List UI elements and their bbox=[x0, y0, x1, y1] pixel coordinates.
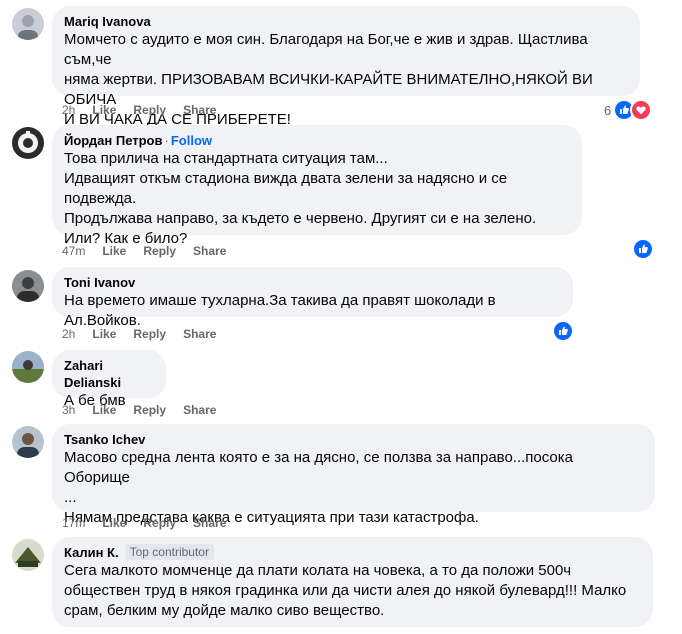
avatar[interactable] bbox=[12, 351, 44, 383]
comment-actions: 47m Like Reply Share bbox=[62, 243, 226, 259]
avatar[interactable] bbox=[12, 539, 44, 571]
comment-timestamp[interactable]: 17m bbox=[62, 515, 85, 531]
reply-button[interactable]: Reply bbox=[133, 402, 166, 418]
top-contributor-badge: Top contributor bbox=[124, 544, 214, 560]
comment-timestamp[interactable]: 47m bbox=[62, 243, 85, 259]
follow-button[interactable]: Follow bbox=[171, 133, 212, 148]
comment-actions: 3h Like Reply Share bbox=[62, 402, 216, 418]
reply-button[interactable]: Reply bbox=[133, 102, 166, 118]
share-button[interactable]: Share bbox=[193, 243, 226, 259]
comment-bubble: Tsanko Ichev Масово средна лента която е… bbox=[52, 424, 655, 526]
like-button[interactable]: Like bbox=[102, 243, 126, 259]
comment-author[interactable]: Tsanko Ichev bbox=[64, 431, 643, 448]
comment-bubble: Йордан Петров · Follow Това прилича на ста… bbox=[52, 125, 582, 247]
comment-actions: 17m Like Reply Share bbox=[62, 515, 226, 531]
avatar[interactable] bbox=[12, 426, 44, 458]
avatar[interactable] bbox=[12, 127, 44, 159]
reaction-summary[interactable] bbox=[632, 238, 654, 260]
share-button[interactable]: Share bbox=[183, 402, 216, 418]
reaction-summary[interactable] bbox=[552, 320, 574, 342]
comment-bubble: Калин К. Top contributor Сега малкото мом… bbox=[52, 537, 653, 627]
like-button[interactable]: Like bbox=[92, 402, 116, 418]
share-button[interactable]: Share bbox=[183, 102, 216, 118]
comment-author: Калин К. Top contributor bbox=[64, 544, 641, 561]
author-name[interactable]: Калин К. bbox=[64, 545, 119, 560]
comment-actions: 2h Like Reply Share bbox=[62, 102, 216, 118]
comment-bubble: Toni Ivanov На времето имаше тухларна.За… bbox=[52, 267, 573, 329]
share-button[interactable]: Share bbox=[193, 515, 226, 531]
comment-text: На времето имаше тухларна.За такива да п… bbox=[64, 292, 496, 329]
comment-bubble: Zahari Delianski А бе бмв bbox=[52, 350, 166, 409]
reply-button[interactable]: Reply bbox=[143, 515, 176, 531]
share-button[interactable]: Share bbox=[183, 326, 216, 342]
comment-timestamp[interactable]: 2h bbox=[62, 326, 75, 342]
like-reaction-icon bbox=[632, 238, 654, 260]
comment-author[interactable]: Mariq Ivanova bbox=[64, 13, 628, 30]
comment-author[interactable]: Zahari Delianski bbox=[64, 357, 154, 391]
like-reaction-icon bbox=[552, 320, 574, 342]
comment-actions: 2h Like Reply Share bbox=[62, 326, 216, 342]
like-button[interactable]: Like bbox=[92, 102, 116, 118]
reply-button[interactable]: Reply bbox=[133, 326, 166, 342]
comment-timestamp[interactable]: 2h bbox=[62, 102, 75, 118]
reaction-summary[interactable]: 6 bbox=[604, 99, 653, 121]
avatar[interactable] bbox=[12, 270, 44, 302]
comment-bubble: Mariq Ivanova Момчето с аудито е моя син… bbox=[52, 6, 640, 128]
comment-author: Йордан Петров · Follow bbox=[64, 133, 213, 148]
love-reaction-icon bbox=[630, 99, 653, 121]
comment-text: Сега малкото момченце да плати колата на… bbox=[64, 562, 627, 619]
comment-text: Това прилича на стандартната ситуация та… bbox=[64, 150, 537, 247]
author-name[interactable]: Йордан Петров bbox=[64, 133, 163, 148]
avatar[interactable] bbox=[12, 8, 44, 40]
reply-button[interactable]: Reply bbox=[143, 243, 176, 259]
like-button[interactable]: Like bbox=[92, 326, 116, 342]
like-button[interactable]: Like bbox=[102, 515, 126, 531]
reaction-count: 6 bbox=[604, 102, 612, 118]
comment-author[interactable]: Toni Ivanov bbox=[64, 274, 561, 291]
comment-timestamp[interactable]: 3h bbox=[62, 402, 75, 418]
